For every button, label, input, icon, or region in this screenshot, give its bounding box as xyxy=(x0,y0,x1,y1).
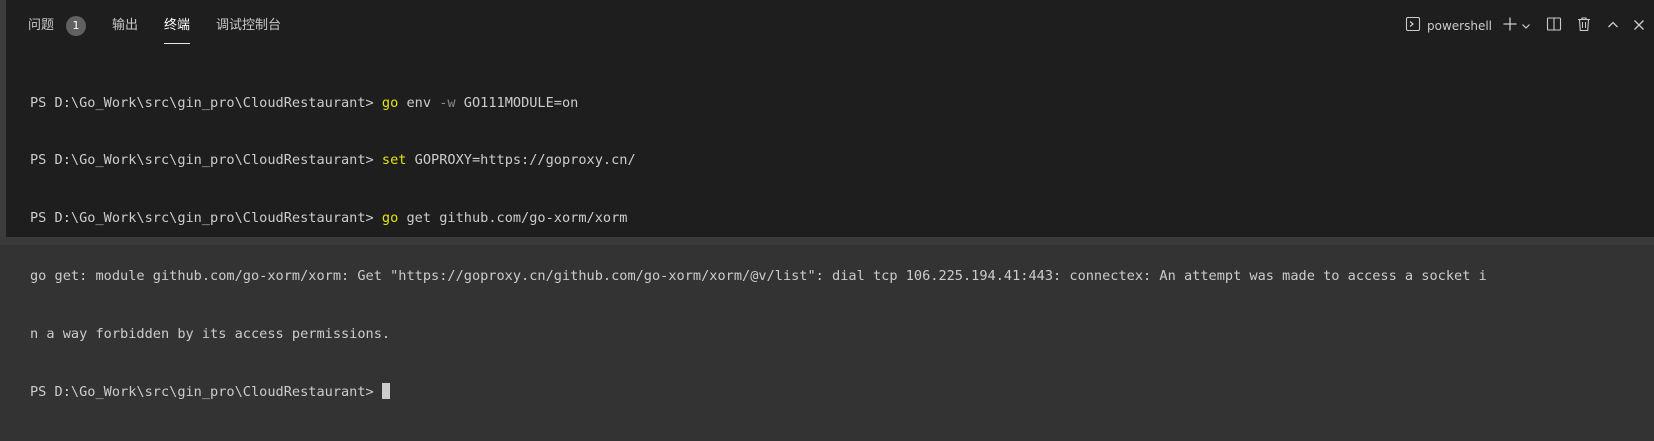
kill-terminal-button[interactable] xyxy=(1576,14,1592,38)
tab-output-label: 输出 xyxy=(112,18,139,33)
chevron-up-icon xyxy=(1606,17,1620,36)
terminal-cursor xyxy=(381,383,390,400)
shell-name: powershell xyxy=(1427,19,1492,33)
maximize-panel-button[interactable] xyxy=(1606,14,1620,38)
panel-bottom-border xyxy=(0,237,1654,245)
trash-icon xyxy=(1576,16,1592,36)
command-name: set xyxy=(381,152,407,169)
shell-selector[interactable]: powershell xyxy=(1405,14,1492,38)
split-icon xyxy=(1546,16,1562,36)
terminal-dropdown-button[interactable] xyxy=(1520,14,1532,38)
tab-output[interactable]: 输出 xyxy=(112,14,138,38)
command-name: go xyxy=(381,94,399,111)
command-args: env xyxy=(398,94,440,111)
tab-problems[interactable]: 问题 1 xyxy=(28,14,87,38)
panel-tab-bar: 问题 1 输出 终端 调试控制台 powershell xyxy=(6,0,1654,52)
prompt: PS D:\Go_Work\src\gin_pro\CloudRestauran… xyxy=(30,210,382,227)
command-flag: -w xyxy=(439,94,456,111)
command-args: GOPROXY=https://goproxy.cn/ xyxy=(406,152,636,169)
tab-debug-console[interactable]: 调试控制台 xyxy=(216,14,281,38)
terminal-line: PS D:\Go_Work\src\gin_pro\CloudRestauran… xyxy=(30,151,1644,170)
panel-actions: powershell xyxy=(1397,14,1646,38)
panel-tabs: 问题 1 输出 终端 调试控制台 xyxy=(28,14,307,44)
prompt: PS D:\Go_Work\src\gin_pro\CloudRestauran… xyxy=(30,384,382,401)
terminal-panel: 问题 1 输出 终端 调试控制台 powershell PS D:\Go_Wor… xyxy=(0,0,1654,400)
problems-count-badge: 1 xyxy=(66,16,87,36)
prompt: PS D:\Go_Work\src\gin_pro\CloudRestauran… xyxy=(30,94,382,111)
terminal-line: PS D:\Go_Work\src\gin_pro\CloudRestauran… xyxy=(30,209,1644,228)
close-icon xyxy=(1632,17,1646,36)
tab-problems-label: 问题 xyxy=(28,18,55,33)
tab-terminal[interactable]: 终端 xyxy=(164,14,191,44)
plus-icon xyxy=(1502,16,1518,36)
command-args: GO111MODULE=on xyxy=(455,94,579,111)
terminal-line: PS D:\Go_Work\src\gin_pro\CloudRestauran… xyxy=(30,94,1644,113)
tab-terminal-label: 终端 xyxy=(164,18,191,33)
error-line: n a way forbidden by its access permissi… xyxy=(30,326,391,343)
terminal-output[interactable]: PS D:\Go_Work\src\gin_pro\CloudRestauran… xyxy=(30,55,1644,441)
command-name: go xyxy=(381,210,399,227)
prompt: PS D:\Go_Work\src\gin_pro\CloudRestauran… xyxy=(30,152,382,169)
tab-debug-console-label: 调试控制台 xyxy=(216,18,282,33)
error-line: go get: module github.com/go-xorm/xorm: … xyxy=(30,268,1487,285)
terminal-icon xyxy=(1405,16,1421,36)
chevron-down-icon xyxy=(1520,17,1532,36)
close-panel-button[interactable] xyxy=(1632,14,1646,38)
new-terminal-button[interactable] xyxy=(1502,14,1518,38)
split-terminal-button[interactable] xyxy=(1546,14,1562,38)
terminal-line: PS D:\Go_Work\src\gin_pro\CloudRestauran… xyxy=(30,383,1644,402)
command-args: get github.com/go-xorm/xorm xyxy=(398,210,628,227)
